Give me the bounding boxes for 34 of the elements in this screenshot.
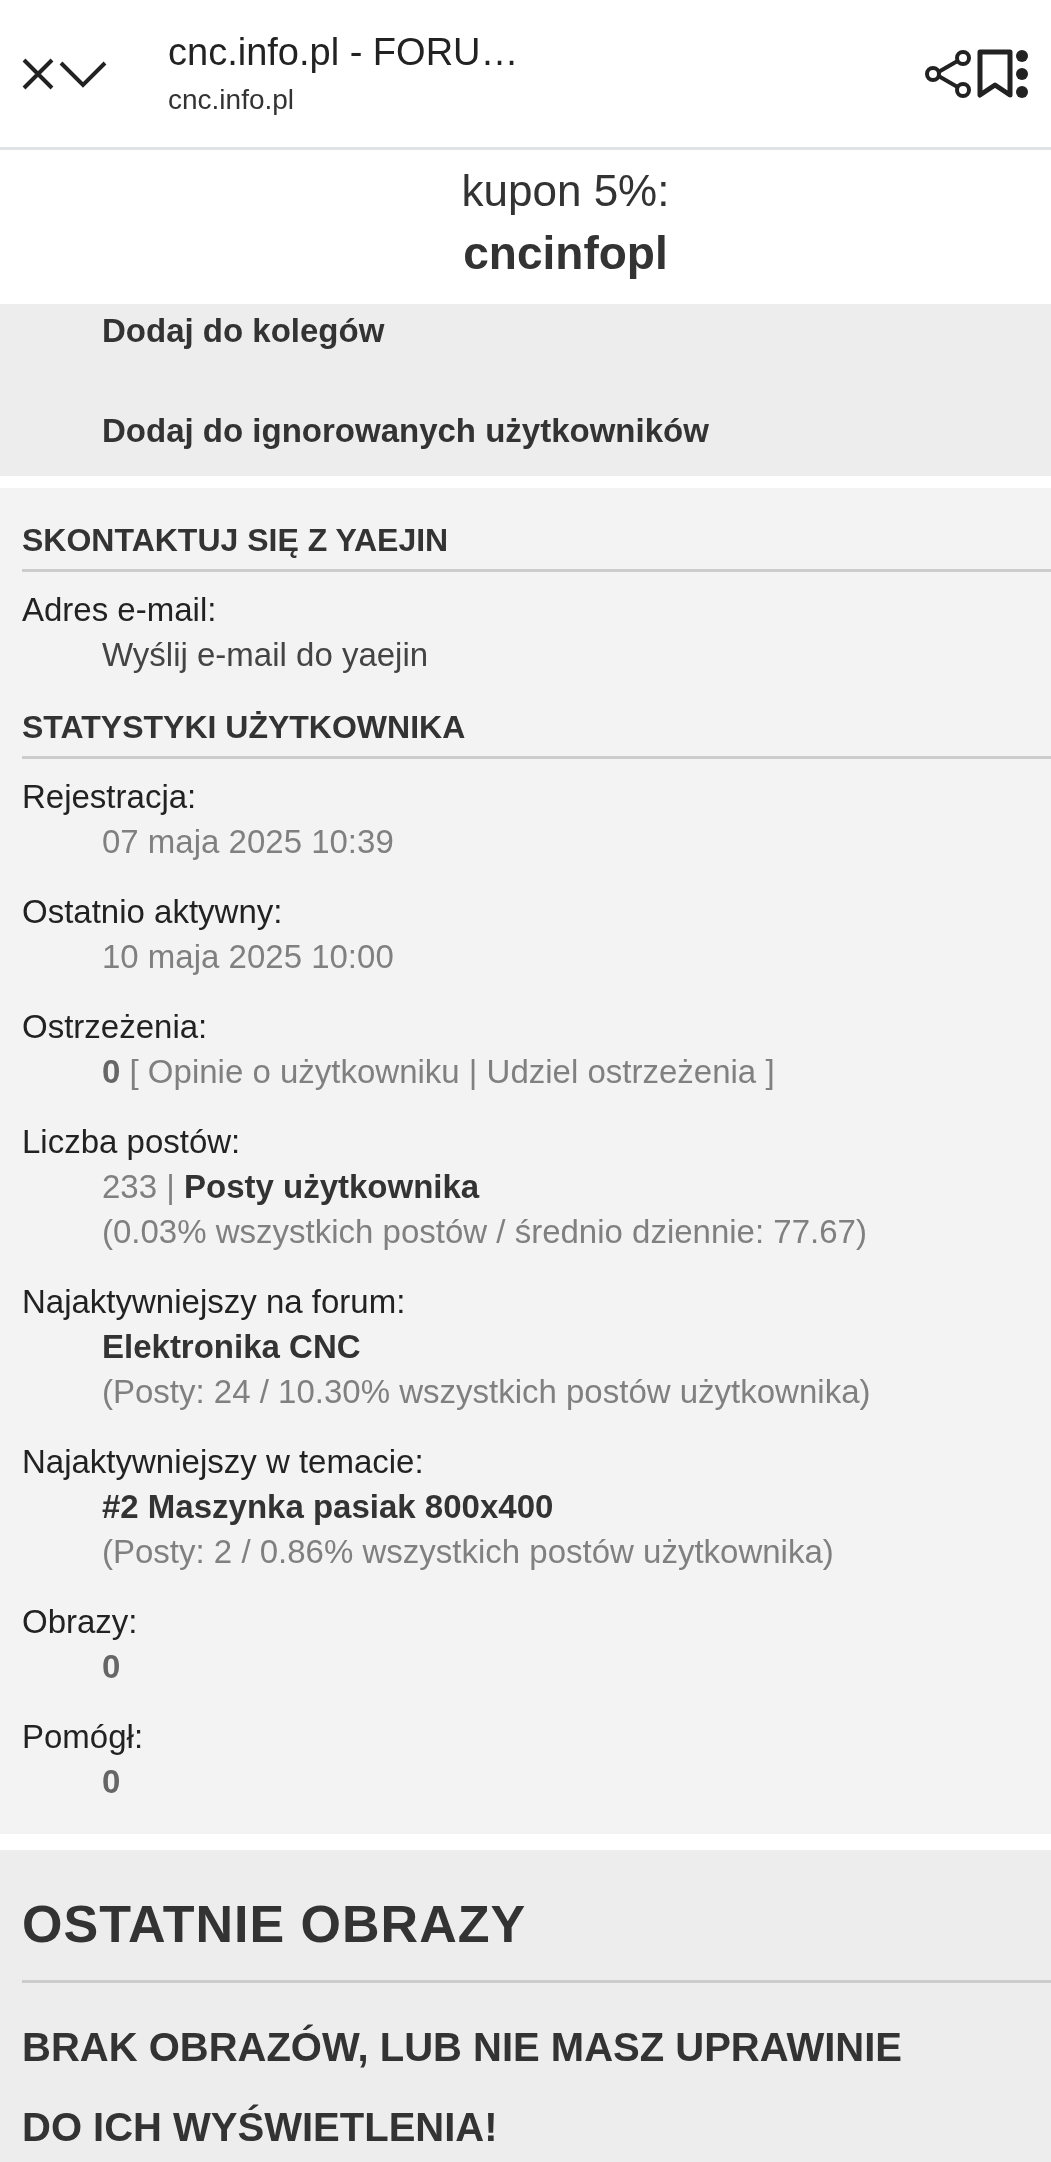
field-value: 0 [ Opinie o użytkowniku | Udziel ostrzeżenia ] — [102, 1052, 775, 1092]
field-value: Wyślij e-mail do yaejin — [102, 635, 429, 675]
page-title: cnc.info.pl - FORU… — [168, 31, 520, 74]
field-value: (Posty: 2 / 0.86% wszystkich postów użytkownika) — [102, 1532, 834, 1572]
page-url: cnc.info.pl — [168, 84, 296, 116]
bookmark-icon[interactable] — [975, 48, 1015, 99]
field-value: 0 — [102, 1762, 121, 1802]
field-value: (0.03% wszystkich postów / średnio dziennie: 77.67) — [102, 1212, 867, 1252]
field-label: Najaktywniejszy w temacie: — [22, 1442, 424, 1482]
empty-message: DO ICH WYŚWIETLENIA! — [22, 2103, 498, 2151]
promo-text: kupon 5%: — [461, 166, 670, 216]
action-link[interactable]: Dodaj do ignorowanych użytkowników — [102, 412, 709, 450]
field-label: Rejestracja: — [22, 777, 197, 817]
field-label: Ostatnio aktywny: — [22, 892, 283, 932]
field-value: 10 maja 2025 10:00 — [102, 937, 394, 977]
field-label: Liczba postów: — [22, 1122, 241, 1162]
field-value: 0 — [102, 1647, 121, 1687]
field-value: Elektronika CNC — [102, 1327, 361, 1367]
field-value: #2 Maszynka pasiak 800x400 — [102, 1487, 554, 1527]
field-label: Adres e-mail: — [22, 590, 217, 630]
field-value: 07 maja 2025 10:39 — [102, 822, 394, 862]
field-label: Ostrzeżenia: — [22, 1007, 208, 1047]
coupon-code: cncinfopl — [463, 226, 668, 280]
section-heading: SKONTAKTUJ SIĘ Z YAEJIN — [22, 516, 1051, 572]
field-label: Obrazy: — [22, 1602, 138, 1642]
section-heading: OSTATNIE OBRAZY — [22, 1894, 1051, 1983]
field-value: (Posty: 24 / 10.30% wszystkich postów użytkownika) — [102, 1372, 871, 1412]
action-link[interactable]: Dodaj do kolegów — [102, 312, 385, 350]
more-icon[interactable] — [1015, 48, 1029, 99]
field-label: Pomógł: — [22, 1717, 144, 1757]
empty-message: BRAK OBRAZÓW, LUB NIE MASZ UPRAWINIE — [22, 2023, 902, 2071]
field-label: Najaktywniejszy na forum: — [22, 1282, 406, 1322]
section-heading: STATYSTYKI UŻYTKOWNIKA — [22, 703, 1051, 759]
field-value: 233 | Posty użytkownika — [102, 1167, 480, 1207]
